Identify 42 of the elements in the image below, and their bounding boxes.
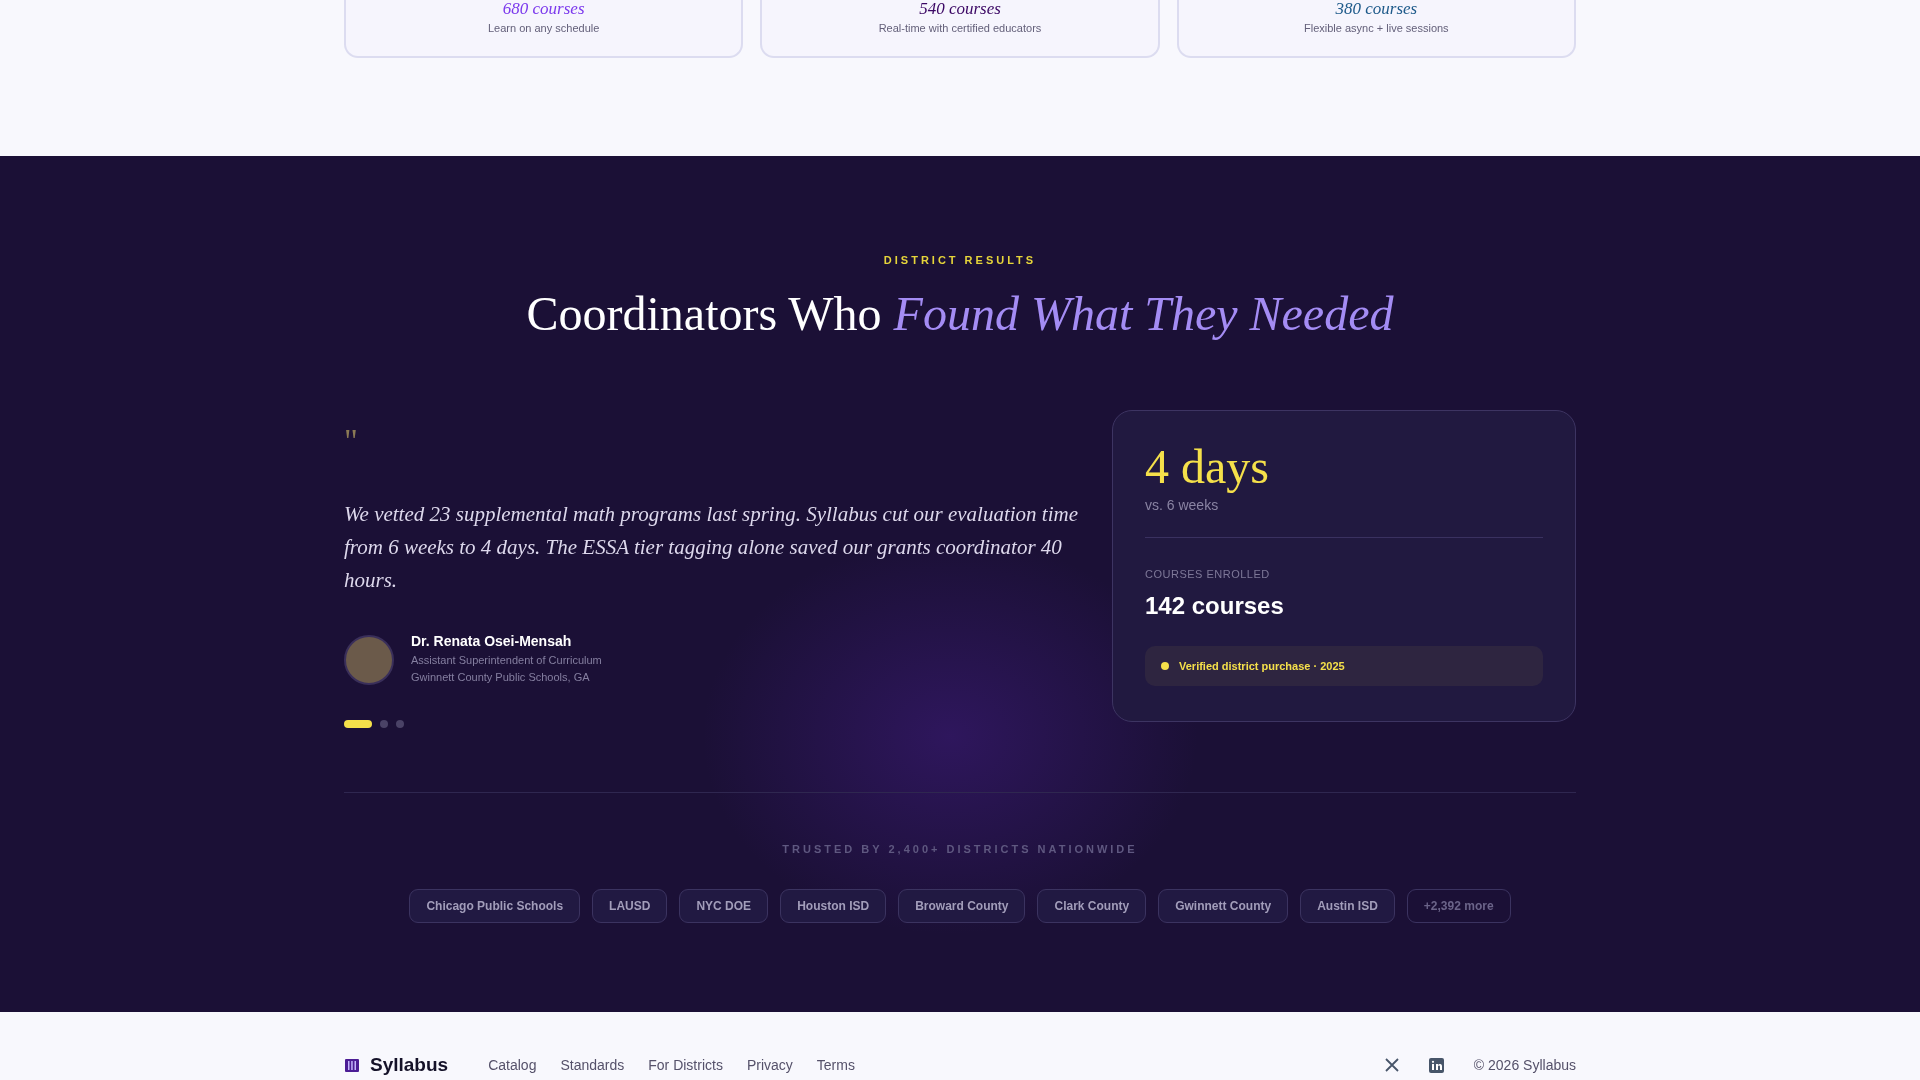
- avatar: [344, 634, 394, 685]
- footer-link[interactable]: Terms: [816, 1057, 855, 1073]
- course-count: 380 courses: [1335, 0, 1418, 18]
- stat-label: COURSES ENROLLED: [1145, 568, 1271, 580]
- status-dot-icon: [1161, 662, 1169, 670]
- badge-text: Verified district purchase · 2025: [1179, 660, 1345, 672]
- district-tag: Clark County: [1037, 889, 1147, 923]
- more-districts-tag: +2,392 more: [1406, 889, 1511, 923]
- x-logo-icon[interactable]: [1384, 1058, 1399, 1072]
- district-tag: Austin ISD: [1300, 889, 1395, 923]
- brand-name[interactable]: Syllabus: [370, 1054, 449, 1076]
- footer-link[interactable]: Privacy: [746, 1057, 793, 1073]
- course-count: 540 courses: [919, 0, 1001, 18]
- stat-comparison: vs. 6 weeks: [1145, 497, 1220, 513]
- card-description: Flexible async + live sessions: [1304, 22, 1449, 34]
- author-role: Assistant Superintendent of Curriculum: [411, 653, 602, 668]
- copyright-text: © 2026 Syllabus: [1473, 1057, 1576, 1073]
- district-tag: LAUSD: [592, 889, 668, 923]
- book-icon: [344, 1057, 360, 1073]
- footer-link[interactable]: Catalog: [488, 1057, 537, 1073]
- trusted-label: TRUSTED BY 2,400+ DISTRICTS NATIONWIDE: [781, 843, 1139, 855]
- footer-link[interactable]: Standards: [560, 1057, 625, 1073]
- author-name: Dr. Renata Osei-Mensah: [411, 633, 573, 649]
- district-tag: NYC DOE: [679, 889, 769, 923]
- author-organization: Gwinnett County Public Schools, GA: [411, 670, 591, 685]
- district-tag: Houston ISD: [780, 889, 887, 923]
- footer-link[interactable]: For Districts: [648, 1057, 723, 1073]
- course-count: 680 courses: [502, 0, 585, 18]
- testimonial-quote: We vetted 23 supplemental math programs last spring. Syllabus cut our evaluation time from 6 weeks to 4 days. The ESSA tier tagging alone saved our grants coordinator 40 hours.: [344, 501, 1079, 594]
- carousel-dot[interactable]: [396, 720, 404, 728]
- district-tag: Broward County: [898, 889, 1026, 923]
- section-heading: Coordinators Who Found What They Needed: [525, 286, 1395, 342]
- district-tag: Gwinnett County: [1158, 889, 1289, 923]
- card-description: Learn on any schedule: [488, 22, 600, 34]
- linkedin-icon[interactable]: [1428, 1057, 1444, 1073]
- section-eyebrow: DISTRICT RESULTS: [882, 254, 1038, 266]
- stat-count: 142 courses: [1145, 592, 1285, 620]
- quote-mark: ": [344, 426, 359, 456]
- card-description: Real-time with certified educators: [878, 22, 1042, 34]
- stat-value: 4 days: [1145, 441, 1270, 493]
- district-tag: Chicago Public Schools: [409, 889, 581, 923]
- carousel-dot[interactable]: [380, 720, 388, 728]
